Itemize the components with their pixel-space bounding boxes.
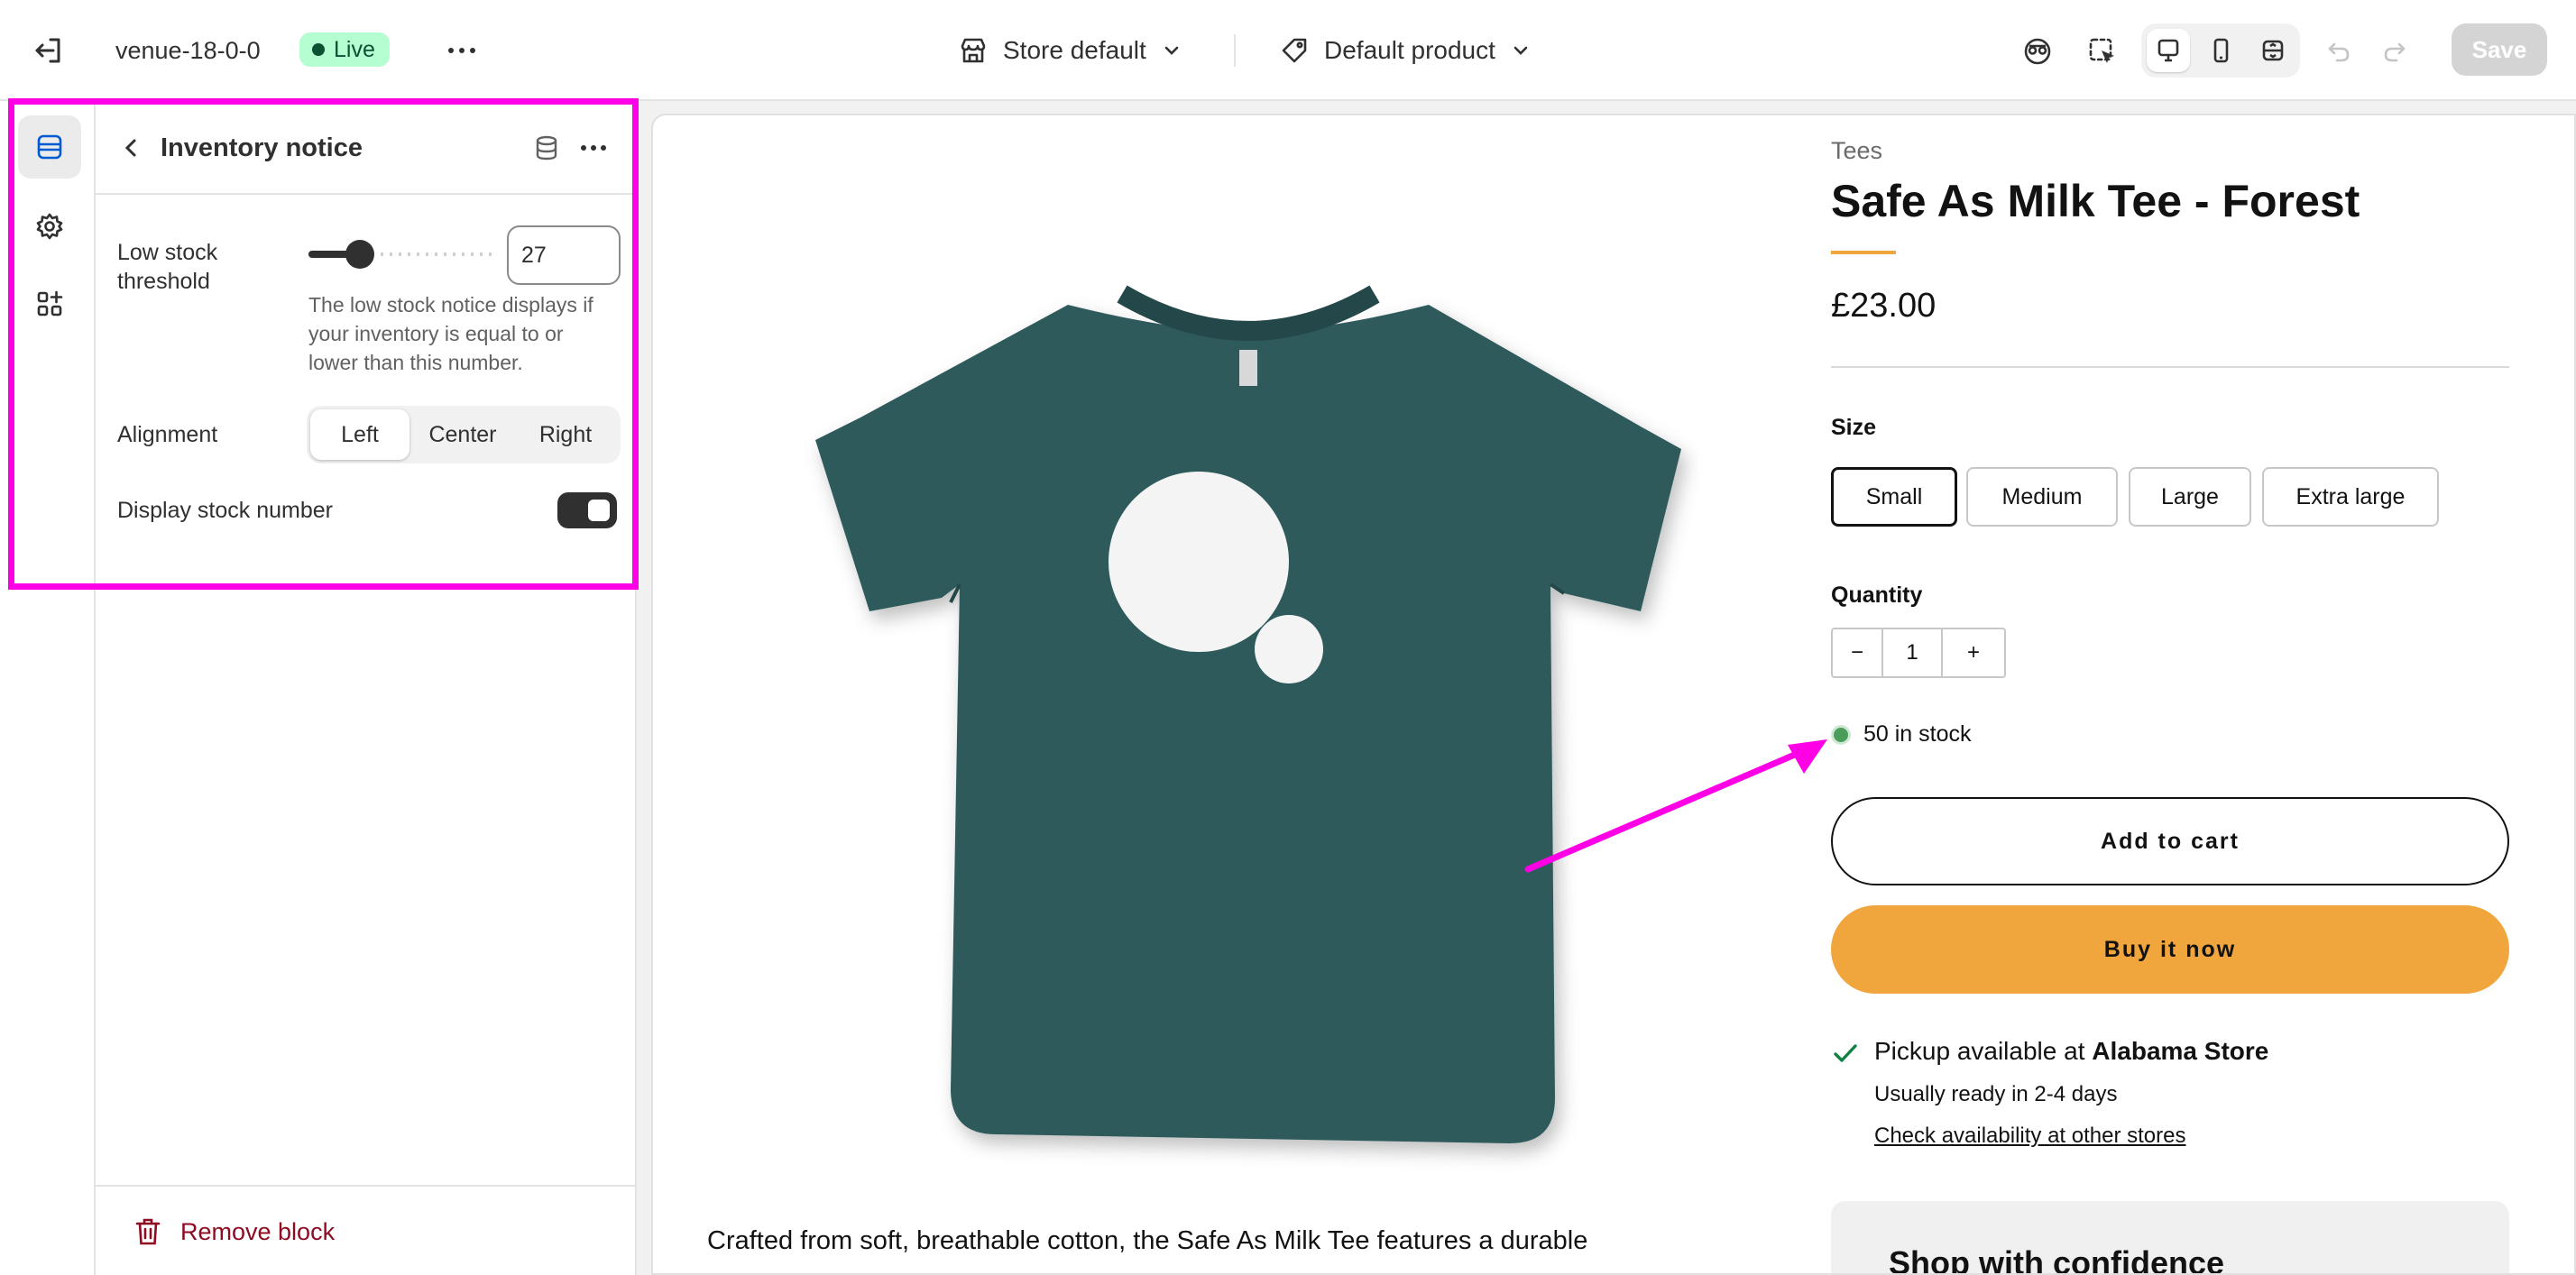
alignment-option-right[interactable]: Right <box>516 409 615 460</box>
divider <box>1831 366 2509 368</box>
undo-icon[interactable] <box>2320 32 2358 70</box>
product-selector[interactable]: Default product <box>1279 31 1532 70</box>
apps-icon[interactable] <box>18 272 81 335</box>
product-title: Safe As Milk Tee - Forest <box>1831 176 2360 226</box>
threshold-label: Low stock threshold <box>117 240 218 294</box>
database-icon[interactable] <box>529 130 565 166</box>
pickup-text: Pickup available at Alabama Store <box>1874 1037 2268 1066</box>
shop-with-confidence-card: Shop with confidence <box>1831 1201 2509 1275</box>
storefront-preview: Crafted from soft, breathable cotton, th… <box>651 114 2576 1275</box>
check-availability-link[interactable]: Check availability at other stores <box>1874 1124 2186 1149</box>
device-switcher <box>2141 23 2300 78</box>
pickup-prefix: Pickup available at <box>1874 1037 2093 1065</box>
live-badge: Live <box>299 32 390 67</box>
confidence-heading: Shop with confidence <box>1889 1244 2225 1275</box>
product-vendor: Tees <box>1831 137 1883 164</box>
quantity-label: Quantity <box>1831 582 1923 608</box>
quantity-decrease-button[interactable]: − <box>1833 629 1883 676</box>
pickup-store: Alabama Store <box>2092 1037 2269 1065</box>
live-label: Live <box>334 37 375 62</box>
select-element-icon[interactable] <box>2084 32 2121 70</box>
save-button[interactable]: Save <box>2452 23 2547 76</box>
product-description: Crafted from soft, breathable cotton, th… <box>707 1226 1588 1255</box>
inspector-icon[interactable] <box>2019 32 2056 70</box>
sidebar-rail <box>0 101 96 1275</box>
quantity-input[interactable]: 1 <box>1883 629 1941 676</box>
buy-now-button[interactable]: Buy it now <box>1831 905 2509 994</box>
size-option-large[interactable]: Large <box>2129 467 2251 527</box>
display-stock-toggle[interactable] <box>557 492 617 528</box>
size-option-medium[interactable]: Medium <box>1966 467 2118 527</box>
chevron-down-icon <box>1164 46 1179 55</box>
title-accent-line <box>1831 251 1896 254</box>
remove-block-label: Remove block <box>180 1217 336 1245</box>
tag-icon <box>1282 38 1307 63</box>
divider <box>1234 34 1236 67</box>
sections-icon[interactable] <box>18 115 81 179</box>
product-image[interactable] <box>797 188 1699 1215</box>
exit-icon[interactable] <box>31 32 67 69</box>
stock-text: 50 in stock <box>1863 721 1972 747</box>
slider-thumb[interactable] <box>345 240 374 269</box>
fullscreen-view-icon[interactable] <box>2251 29 2295 72</box>
pickup-ready-time: Usually ready in 2-4 days <box>1874 1082 2118 1106</box>
size-option-extra-large[interactable]: Extra large <box>2262 467 2439 527</box>
store-icon <box>961 38 986 63</box>
quantity-stepper: − 1 + <box>1831 628 2006 678</box>
trash-icon <box>135 1218 161 1245</box>
alignment-option-left[interactable]: Left <box>310 409 409 460</box>
store-selector[interactable]: Store default <box>958 31 1182 70</box>
product-price: £23.00 <box>1831 287 1937 325</box>
toggle-knob <box>588 500 610 521</box>
product-selector-label: Default product <box>1324 36 1495 64</box>
threshold-help-text: The low stock notice displays if your in… <box>308 293 593 374</box>
store-selector-label: Store default <box>1003 36 1146 64</box>
live-dot-icon <box>312 43 325 56</box>
add-to-cart-button[interactable]: Add to cart <box>1831 797 2509 885</box>
redo-icon[interactable] <box>2376 32 2414 70</box>
threshold-input[interactable]: 27 <box>507 225 621 285</box>
in-stock-dot-icon <box>1831 724 1851 745</box>
size-label: Size <box>1831 415 1877 440</box>
block-more-button[interactable] <box>574 130 613 166</box>
desktop-view-icon[interactable] <box>2147 29 2190 72</box>
alignment-option-center[interactable]: Center <box>413 409 512 460</box>
back-chevron-icon[interactable] <box>112 128 152 168</box>
settings-gear-icon[interactable] <box>18 195 81 258</box>
checkmark-icon <box>1834 1044 1857 1062</box>
alignment-segmented-control: Left Center Right <box>307 406 621 463</box>
settings-panel: Inventory notice Low stock threshold 27 … <box>96 101 637 1275</box>
panel-footer: Remove block <box>96 1185 635 1275</box>
quantity-increase-button[interactable]: + <box>1941 629 2004 676</box>
threshold-slider[interactable] <box>308 236 498 272</box>
alignment-label: Alignment <box>117 422 218 447</box>
panel-title: Inventory notice <box>161 133 363 162</box>
chevron-down-icon <box>1513 46 1528 55</box>
theme-name: venue-18-0-0 <box>115 37 261 64</box>
panel-header: Inventory notice <box>96 101 635 195</box>
mobile-view-icon[interactable] <box>2199 29 2242 72</box>
top-bar: venue-18-0-0 Live Store default Default … <box>0 0 2576 101</box>
theme-more-button[interactable] <box>442 32 482 69</box>
size-option-small[interactable]: Small <box>1831 467 1957 527</box>
inventory-notice: 50 in stock <box>1831 721 1972 748</box>
remove-block-button[interactable]: Remove block <box>133 1214 335 1250</box>
display-stock-label: Display stock number <box>117 498 333 523</box>
